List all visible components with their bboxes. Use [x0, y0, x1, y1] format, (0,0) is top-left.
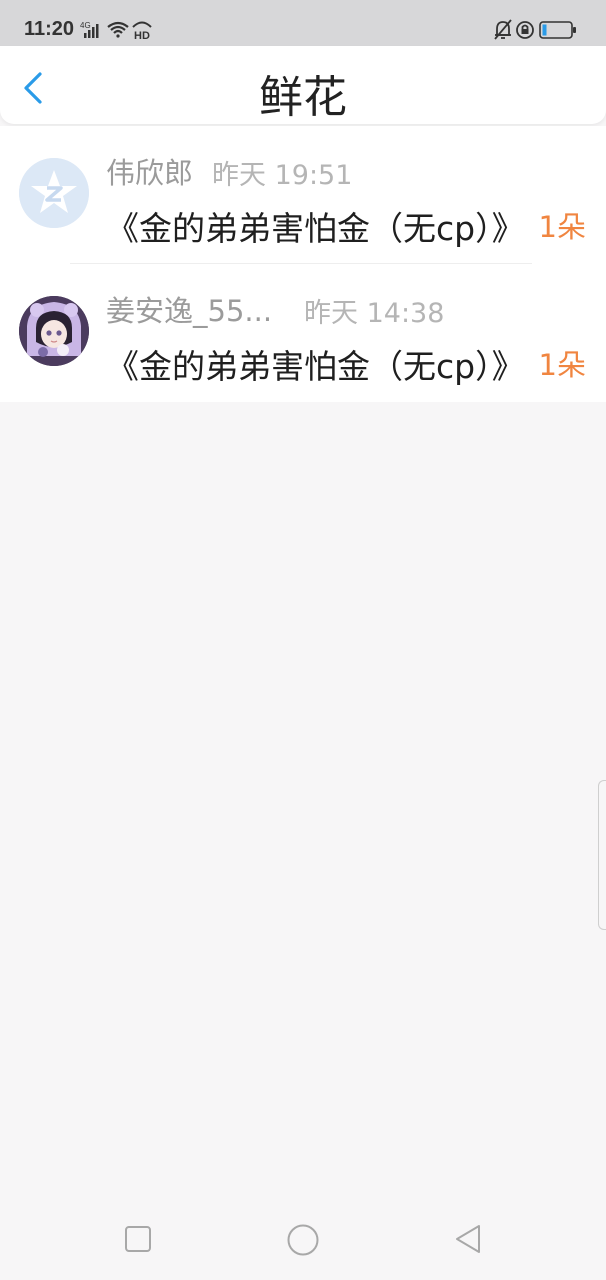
- anime-girl-avatar[interactable]: [19, 296, 89, 366]
- header: 鲜花: [0, 46, 606, 124]
- hd-icon: HD: [132, 21, 152, 41]
- flower-count: 1朵: [538, 348, 586, 382]
- back-triangle-icon: [456, 1225, 480, 1253]
- status-right-icons: [494, 19, 576, 40]
- home-button[interactable]: [285, 1222, 319, 1256]
- send-time: 昨天 19:51: [212, 160, 353, 191]
- svg-text:HD: HD: [134, 30, 150, 41]
- scroll-edge-handle[interactable]: [598, 780, 606, 930]
- flower-list: 伟欣郎 昨天 19:51 《金的弟弟害怕金（无cp）》 1朵 姜安逸_55...…: [0, 126, 606, 402]
- status-left-icons: 4G HD: [80, 21, 152, 41]
- lock-rotation-icon: [516, 21, 534, 39]
- list-item[interactable]: 伟欣郎 昨天 19:51 《金的弟弟害怕金（无cp）》 1朵: [0, 126, 606, 264]
- status-time: 11:20: [24, 18, 75, 40]
- sender-name: 伟欣郎: [106, 156, 194, 190]
- nav-back-button[interactable]: [451, 1222, 485, 1256]
- system-nav-bar: [0, 1200, 606, 1280]
- work-title: 《金的弟弟害怕金（无cp）》: [106, 209, 525, 248]
- bell-muted-icon: [494, 19, 512, 40]
- svg-text:4G: 4G: [80, 21, 91, 30]
- battery-icon: [539, 21, 576, 39]
- send-time: 昨天 14:38: [304, 298, 445, 329]
- work-title: 《金的弟弟害怕金（无cp）》: [106, 347, 525, 386]
- recent-apps-button[interactable]: [121, 1222, 155, 1256]
- wifi-icon: [107, 21, 129, 38]
- home-icon: [287, 1224, 319, 1256]
- page-title: 鲜花: [259, 72, 347, 123]
- signal-4g-icon: 4G: [80, 21, 99, 38]
- sender-name: 姜安逸_55...: [106, 294, 273, 328]
- flower-count: 1朵: [538, 210, 586, 244]
- status-bar: 11:20 4G HD: [0, 0, 606, 46]
- qzone-star-avatar[interactable]: [19, 158, 89, 228]
- list-item[interactable]: 姜安逸_55... 昨天 14:38 《金的弟弟害怕金（无cp）》 1朵: [0, 264, 606, 402]
- recent-apps-icon: [125, 1226, 151, 1252]
